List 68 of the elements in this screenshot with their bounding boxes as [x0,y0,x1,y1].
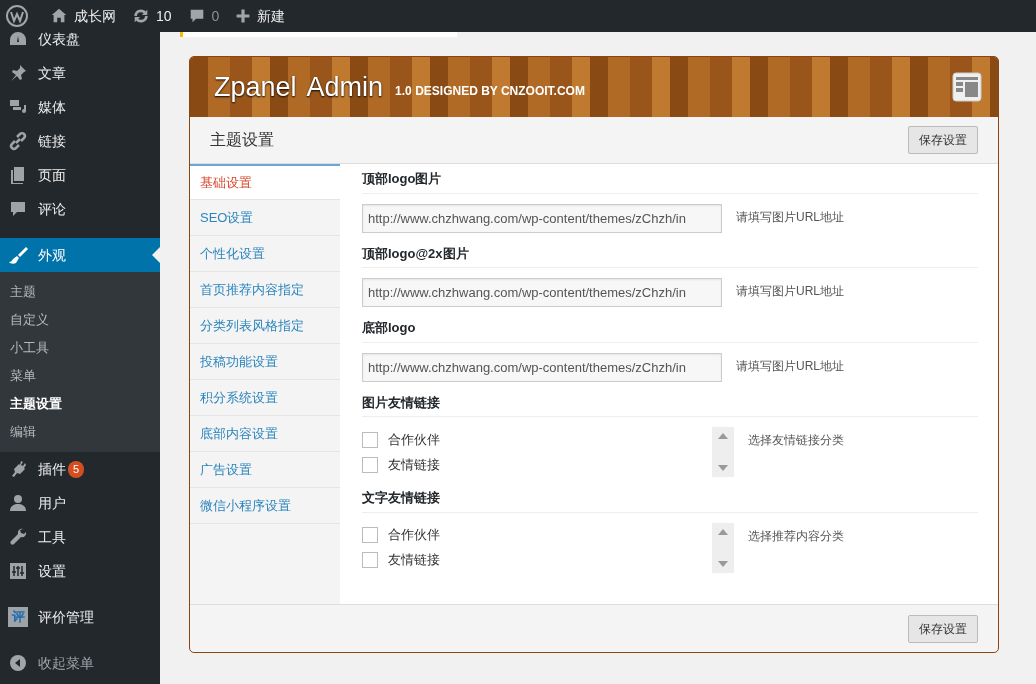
menu-item[interactable]: 页面 [0,158,160,192]
refresh-icon [132,7,150,25]
comment-mark-icon: 评 [8,607,28,627]
url-input-field[interactable]: http://www.chzhwang.com/wp-content/themes/zChzh/in [362,352,722,382]
layout-icon[interactable] [952,72,982,102]
help-text: 请填写图片URL地址 [736,357,844,375]
menu-item[interactable]: 文章 [0,56,160,90]
menu-item[interactable]: 外观 [0,238,160,272]
submenu-item[interactable]: 主题 [0,278,160,306]
menu-item[interactable]: 设置 [0,554,160,588]
menu-item[interactable]: 插件 5 [0,452,160,486]
menu-item[interactable]: 链接 [0,124,160,158]
checkbox[interactable] [362,552,378,568]
comment-icon [8,199,28,219]
submenu-item[interactable]: 编辑 [0,418,160,446]
menu-item[interactable]: 媒体 [0,90,160,124]
down-arrow-icon [718,465,728,471]
checkbox-label: 友情链接 [388,551,440,570]
wrench-icon [8,527,28,547]
url-input-field[interactable]: http://www.chzhwang.com/wp-content/themes/zChzh/in [362,278,722,307]
scroll-control[interactable] [712,522,734,573]
menu-item[interactable]: 评论 [0,192,160,226]
comments-link[interactable]: 0 [179,0,228,32]
menu-item[interactable]: 评 评价管理 [0,600,160,634]
submenu-item[interactable]: 菜单 [0,362,160,390]
save-button[interactable]: 保存设置 [908,126,978,154]
user-icon [8,493,28,513]
version-text: 1.0 DESIGNED BY CNZOOIT.COM [395,83,585,100]
link-icon [8,131,28,151]
field-label: 文字友情链接 [362,485,978,513]
up-arrow-icon [718,433,728,439]
settings-tab[interactable]: 基础设置 [190,164,341,200]
scroll-control[interactable] [712,427,734,477]
plus-icon [235,8,252,24]
field-label: 底部logo [362,315,978,343]
field-label: 顶部logo图片 [362,166,978,194]
checkbox[interactable] [362,527,378,543]
up-arrow-icon [718,528,728,535]
new-link[interactable]: 新建 [227,0,294,32]
help-text: 请填写图片URL地址 [736,283,844,300]
panel-title: Zpanel Admin [214,70,384,104]
submenu-item[interactable]: 小工具 [0,334,160,362]
pin-icon [8,63,28,83]
url-input-field[interactable]: http://www.chzhwang.com/wp-content/themes/zChzh/in [362,203,722,233]
help-text: 选择友情链接分类 [748,432,844,449]
checkbox-label: 友情链接 [388,455,440,474]
submenu-item[interactable]: 自定义 [0,306,160,334]
save-button[interactable]: 保存设置 [908,614,978,643]
count-badge: 5 [68,460,85,478]
settings-icon [8,561,28,581]
menu-item[interactable]: 用户 [0,486,160,520]
checkbox[interactable] [362,431,378,448]
collapse-menu[interactable]: 收起菜单 [0,646,160,680]
section-title: 主题设置 [210,130,274,150]
field-label: 图片友情链接 [362,389,978,417]
help-text: 请填写图片URL地址 [736,208,844,226]
logo-icon[interactable] [6,5,28,27]
brush-icon [8,245,28,265]
down-arrow-icon [718,560,728,567]
checkbox[interactable] [362,456,378,473]
checkbox-label: 合作伙伴 [388,526,440,545]
help-text: 选择推荐内容分类 [748,527,844,545]
menu-item[interactable]: 工具 [0,520,160,554]
collapse-icon [8,653,28,673]
checkbox-label: 合作伙伴 [388,430,440,449]
home-icon [50,7,68,25]
submenu-item[interactable]: 主题设置 [0,390,160,418]
field-label: 顶部logo@2x图片 [362,240,978,268]
